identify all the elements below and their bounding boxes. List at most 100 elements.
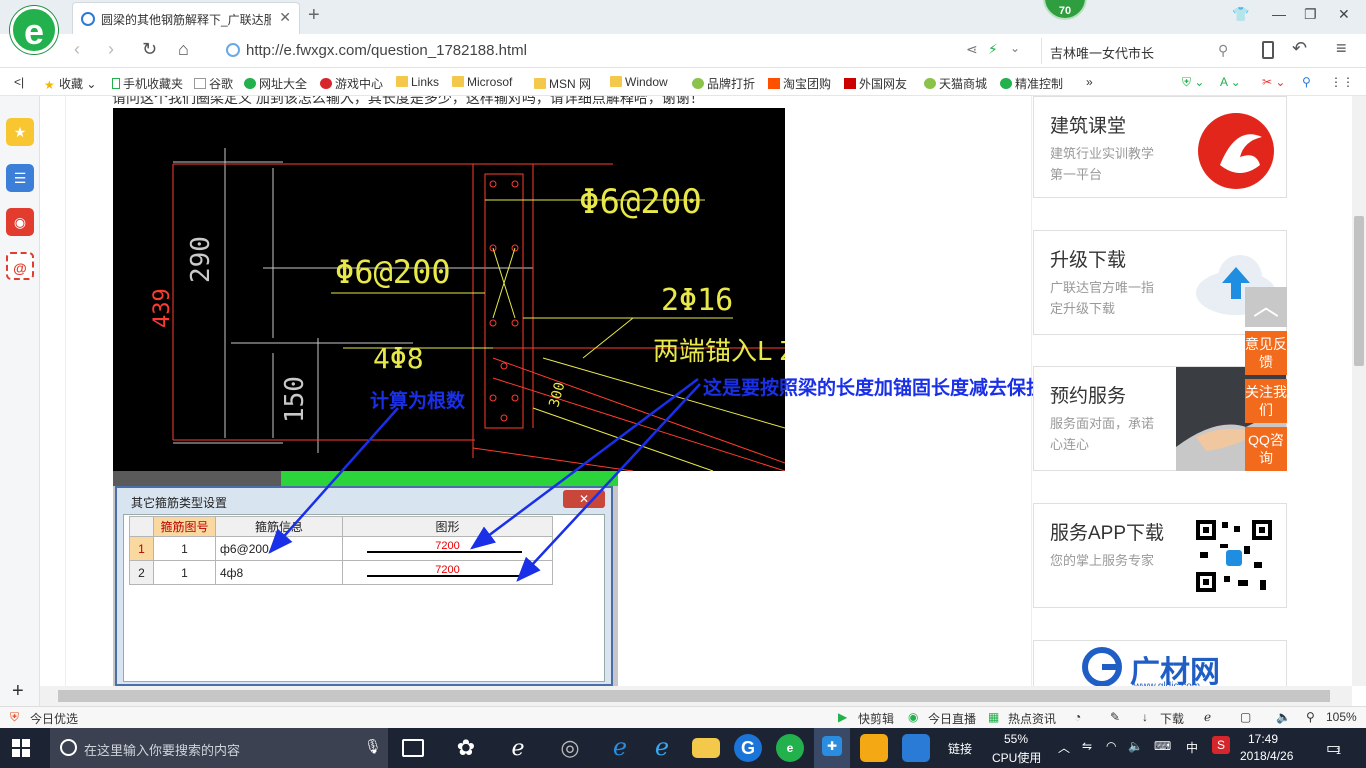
browser-e-icon[interactable]: ℯ: [504, 734, 532, 762]
links-toolbar[interactable]: 链接: [948, 740, 972, 757]
grid-menu-icon[interactable]: ⋮⋮: [1330, 75, 1354, 89]
tray-expand-icon[interactable]: ︿: [1058, 739, 1070, 756]
share-icon[interactable]: ⋖: [966, 41, 978, 58]
email-icon[interactable]: @: [6, 252, 34, 280]
search-box[interactable]: 吉林唯一女代市长 ⚲: [1041, 38, 1241, 64]
phone-icon[interactable]: [1262, 41, 1274, 59]
zoom-level[interactable]: 105%: [1326, 710, 1357, 724]
bookmark-tmall[interactable]: 天猫商城: [924, 75, 987, 92]
status-item-download[interactable]: 下载: [1160, 710, 1184, 727]
active-app-tile[interactable]: ✚: [814, 728, 850, 768]
windows-start-icon[interactable]: [12, 739, 30, 757]
bookmark-microsoft[interactable]: Microsof: [452, 75, 512, 89]
bookmarks-toggle-icon[interactable]: <|: [14, 75, 24, 89]
bookmark-games[interactable]: 游戏中心: [320, 75, 383, 92]
status-item-video-edit[interactable]: 快剪辑: [858, 710, 894, 727]
ie-icon[interactable]: ℯ: [648, 734, 676, 762]
bookmark-google[interactable]: 谷歌: [194, 75, 233, 92]
speed-icon[interactable]: ◔: [1074, 710, 1081, 724]
undo-icon[interactable]: ↶: [1292, 38, 1307, 59]
shield-icon[interactable]: ⛨ ⌄: [1182, 75, 1204, 90]
bookmark-sites[interactable]: 网址大全: [244, 75, 307, 92]
zoom-icon[interactable]: ⚲: [1302, 75, 1311, 89]
keyboard-icon[interactable]: ⌨: [1154, 739, 1171, 753]
home-button[interactable]: ⌂: [178, 39, 189, 60]
calculator-app-icon[interactable]: [902, 734, 930, 762]
ie-mode-icon[interactable]: ℯ: [1204, 710, 1211, 724]
microphone-icon[interactable]: 🎙: [364, 738, 382, 755]
shirt-skin-icon[interactable]: 👕: [1232, 6, 1249, 23]
task-view-icon[interactable]: [402, 739, 424, 757]
horizontal-scroll-thumb[interactable]: [58, 690, 1330, 702]
bookmark-windows[interactable]: Window: [610, 75, 668, 89]
bookmark-foreign[interactable]: 外国网友: [844, 75, 907, 92]
spiral-app-icon[interactable]: ◎: [556, 734, 584, 762]
bookmark-favorites[interactable]: ★ 收藏 ⌄: [44, 75, 96, 92]
qr-code-icon[interactable]: [1190, 514, 1278, 598]
bookmark-taobao[interactable]: 淘宝团购: [768, 75, 831, 92]
ime-indicator[interactable]: 中: [1186, 739, 1198, 756]
bookmark-brand[interactable]: 品牌打折: [692, 75, 755, 92]
follow-us-button[interactable]: 关注我们: [1245, 379, 1287, 423]
browser-logo[interactable]: e: [10, 6, 58, 54]
refresh-button[interactable]: ↻: [142, 39, 157, 60]
bookmark-links[interactable]: Links: [396, 75, 439, 89]
zoom-icon[interactable]: ⚲: [1306, 710, 1315, 724]
horizontal-scrollbar[interactable]: [40, 686, 1352, 706]
360-browser-icon[interactable]: e: [776, 734, 804, 762]
bookmark-msn[interactable]: MSN 网: [534, 75, 591, 92]
fan-app-icon[interactable]: ✿: [452, 734, 480, 762]
translate-icon[interactable]: A ⌄: [1220, 75, 1241, 89]
today-picks-link[interactable]: 今日优选: [30, 710, 78, 727]
pin-icon[interactable]: ✎: [1110, 710, 1120, 724]
back-button[interactable]: ‹: [74, 39, 80, 60]
close-window-button[interactable]: ✕: [1338, 6, 1350, 23]
weibo-icon[interactable]: ◉: [6, 208, 34, 236]
taskbar-search-box[interactable]: 在这里输入你要搜索的内容 🎙: [50, 728, 388, 768]
glodon-app-icon[interactable]: G: [734, 734, 762, 762]
card-building-class[interactable]: 建筑课堂 建筑行业实训教学第一平台: [1033, 96, 1287, 198]
network-share-icon[interactable]: ⇋: [1082, 739, 1092, 753]
status-item-news[interactable]: 热点资讯: [1008, 710, 1056, 727]
add-sidebar-button[interactable]: +: [12, 680, 24, 703]
status-item-live[interactable]: 今日直播: [928, 710, 976, 727]
bookmark-precise[interactable]: 精准控制: [1000, 75, 1063, 92]
window-icon[interactable]: ▢: [1240, 710, 1251, 724]
card-gldjc[interactable]: 广材网 www.gldjc.com: [1033, 640, 1287, 692]
vertical-scroll-thumb[interactable]: [1354, 216, 1364, 366]
edge-icon[interactable]: ℯ: [606, 734, 634, 762]
clock-date[interactable]: 2018/4/26: [1240, 749, 1293, 763]
file-explorer-icon[interactable]: [692, 738, 720, 758]
new-tab-button[interactable]: +: [308, 4, 320, 27]
notes-app-icon[interactable]: [860, 734, 888, 762]
forward-button[interactable]: ›: [108, 39, 114, 60]
minimize-button[interactable]: —: [1272, 6, 1286, 22]
back-to-top-button[interactable]: ︿: [1245, 287, 1287, 327]
vertical-scrollbar[interactable]: [1352, 96, 1366, 686]
scissors-icon[interactable]: ✂ ⌄: [1262, 75, 1285, 89]
wifi-icon[interactable]: ◠: [1106, 739, 1116, 753]
search-text[interactable]: 吉林唯一女代市长: [1050, 43, 1154, 62]
sogou-ime-icon[interactable]: S: [1212, 736, 1230, 754]
favorites-star-icon[interactable]: ★: [6, 118, 34, 146]
tab-close-icon[interactable]: ✕: [279, 9, 291, 26]
speed-badge[interactable]: 70: [1043, 0, 1087, 20]
clock-time[interactable]: 17:49: [1248, 732, 1278, 746]
chevron-down-icon[interactable]: ⌄: [1010, 41, 1020, 55]
qq-consult-button[interactable]: QQ咨询: [1245, 427, 1287, 471]
browser-tab[interactable]: 圆梁的其他钢筋解释下_广联达服务 ✕: [72, 2, 300, 34]
url-text[interactable]: http://e.fwxgx.com/question_1782188.html: [246, 42, 527, 59]
more-bookmarks-icon[interactable]: »: [1086, 75, 1093, 89]
feedback-button[interactable]: 意见反馈: [1245, 331, 1287, 375]
volume-tray-icon[interactable]: 🔈: [1128, 739, 1143, 753]
search-icon[interactable]: ⚲: [1218, 42, 1228, 59]
bookmark-mobile[interactable]: 手机收藏夹: [112, 75, 183, 92]
menu-icon[interactable]: ≡: [1336, 38, 1347, 59]
reader-icon[interactable]: ☰: [6, 164, 34, 192]
card-service-app[interactable]: 服务APP下载 您的掌上服务专家: [1033, 503, 1287, 608]
maximize-button[interactable]: ❐: [1304, 6, 1317, 23]
download-icon[interactable]: ↓: [1142, 710, 1148, 724]
url-box[interactable]: http://e.fwxgx.com/question_1782188.html…: [218, 38, 1038, 64]
volume-icon[interactable]: 🔈: [1276, 710, 1291, 724]
lightning-icon[interactable]: ⚡: [988, 41, 998, 58]
